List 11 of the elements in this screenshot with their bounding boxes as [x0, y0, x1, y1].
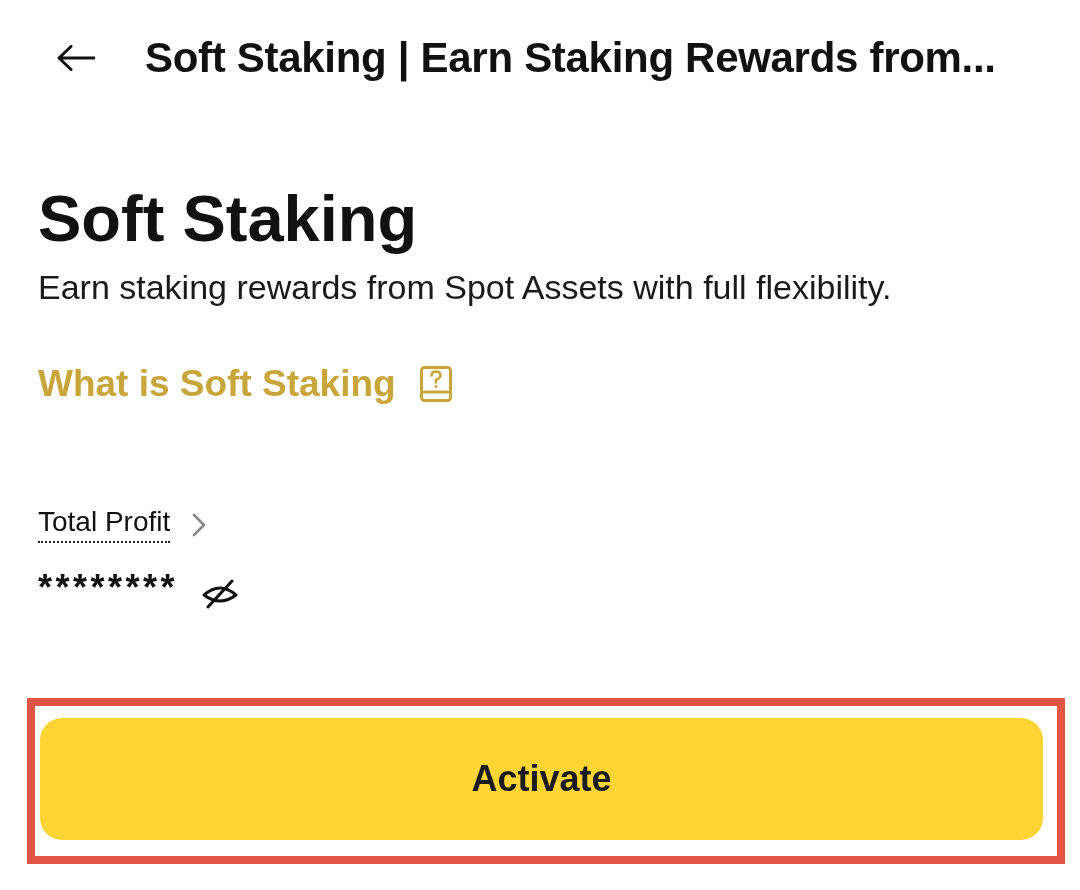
chevron-right-icon	[192, 512, 207, 537]
eye-off-icon[interactable]	[202, 579, 239, 609]
back-button[interactable]	[55, 43, 97, 73]
page-title: Soft Staking | Earn Staking Rewards from...	[145, 34, 996, 82]
book-question-icon	[419, 366, 452, 402]
hero-subtitle: Earn staking rewards from Spot Assets with full flexibility.	[38, 267, 892, 308]
profit-value: ********	[38, 569, 179, 607]
hero-title: Soft Staking	[38, 181, 418, 257]
total-profit-link[interactable]: Total Profit	[38, 506, 171, 543]
back-arrow-icon	[57, 45, 95, 71]
activate-button[interactable]: Activate	[40, 718, 1043, 840]
